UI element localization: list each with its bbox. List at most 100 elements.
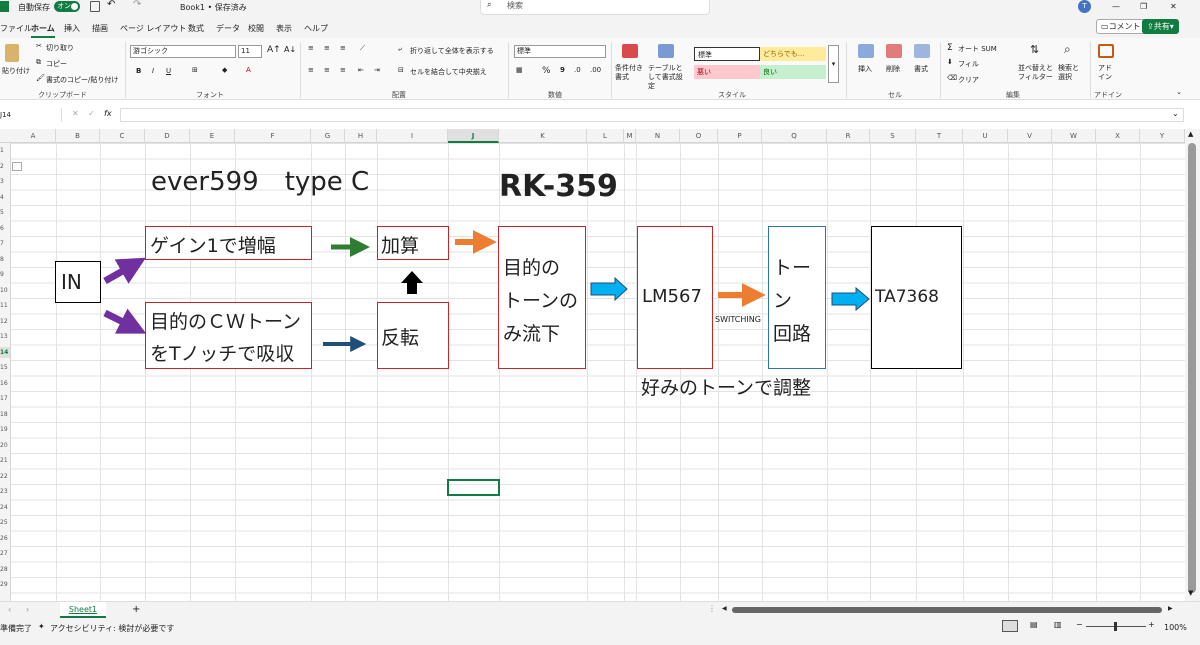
underline-icon[interactable]: U: [166, 67, 171, 75]
merge-center-icon[interactable]: ⊟: [398, 66, 404, 74]
accessibility-status[interactable]: アクセシビリティ: 検討が必要です: [50, 623, 174, 634]
column-header[interactable]: D: [145, 129, 190, 143]
table-format-icon[interactable]: [658, 44, 674, 58]
scroll-up-icon[interactable]: ▲: [1188, 130, 1193, 138]
column-header[interactable]: P: [718, 129, 762, 143]
addins-button[interactable]: アドイン: [1098, 64, 1112, 82]
vertical-scrollbar[interactable]: ▲ ▼: [1185, 129, 1200, 601]
ribbon-collapse-icon[interactable]: ⌄: [1176, 88, 1182, 96]
row-header[interactable]: 10: [0, 285, 10, 296]
row-header[interactable]: 1: [0, 145, 10, 156]
shrink-font-icon[interactable]: A↓: [284, 45, 296, 54]
sort-filter-icon[interactable]: ⇅: [1030, 43, 1039, 56]
name-box[interactable]: J14: [0, 108, 62, 122]
row-header[interactable]: 2: [0, 161, 10, 172]
expand-formula-icon[interactable]: ⌄: [1172, 109, 1179, 118]
format-cells-icon[interactable]: [914, 44, 930, 58]
sort-filter-button[interactable]: 並べ替えとフィルター: [1018, 64, 1056, 82]
style-normal[interactable]: 標準: [694, 47, 760, 61]
wrap-text-icon[interactable]: ⤶: [398, 45, 402, 54]
row-header[interactable]: 5: [0, 207, 10, 218]
row-header[interactable]: 11: [0, 300, 10, 311]
active-cell[interactable]: [447, 479, 500, 496]
insert-cells-button[interactable]: 挿入: [858, 64, 872, 74]
column-header[interactable]: B: [56, 129, 100, 143]
column-header[interactable]: I: [377, 129, 448, 143]
zoom-slider-thumb[interactable]: [1114, 622, 1117, 631]
column-header[interactable]: O: [680, 129, 718, 143]
style-bad[interactable]: 悪い: [694, 65, 760, 79]
column-header[interactable]: G: [311, 129, 345, 143]
enter-icon[interactable]: ✓: [88, 109, 95, 118]
minimize-icon[interactable]: —: [1112, 2, 1120, 11]
row-header[interactable]: 21: [0, 455, 10, 466]
align-middle-icon[interactable]: ≡: [324, 44, 330, 52]
redo-icon[interactable]: ↷: [133, 0, 141, 10]
menu-data[interactable]: データ: [216, 23, 240, 34]
row-header[interactable]: 22: [0, 471, 10, 482]
font-name-select[interactable]: 游ゴシック: [130, 45, 236, 58]
grow-font-icon[interactable]: A↑: [267, 45, 281, 55]
fill-color-icon[interactable]: ◆: [222, 66, 227, 74]
hscroll-right-icon[interactable]: ▶: [1168, 605, 1173, 612]
share-button[interactable]: ⇪共有▾: [1142, 19, 1179, 34]
style-good[interactable]: 良い: [760, 65, 826, 79]
search-box[interactable]: ⌕ 検索: [480, 0, 710, 15]
font-color-icon[interactable]: A: [246, 66, 251, 74]
zoom-level[interactable]: 100%: [1164, 623, 1187, 632]
comment-button[interactable]: ▭コメント: [1096, 19, 1146, 34]
column-header[interactable]: T: [916, 129, 963, 143]
column-header[interactable]: L: [587, 129, 624, 143]
row-header[interactable]: 3: [0, 176, 10, 187]
menu-page-layout[interactable]: ページ レイアウト: [120, 23, 186, 34]
menu-review[interactable]: 校閲: [248, 23, 264, 34]
undo-icon[interactable]: ↶: [107, 0, 115, 10]
column-header[interactable]: V: [1008, 129, 1052, 143]
column-header[interactable]: K: [499, 129, 587, 143]
font-size-select[interactable]: 11: [238, 45, 262, 58]
row-header[interactable]: 27: [0, 548, 10, 559]
row-header[interactable]: 7: [0, 238, 10, 249]
format-painter-button[interactable]: 書式のコピー/貼り付け: [46, 75, 118, 85]
tab-prev-icon[interactable]: ‹: [8, 605, 11, 614]
addins-icon[interactable]: [1098, 44, 1114, 58]
normal-view-icon[interactable]: [1002, 620, 1018, 632]
merge-center-button[interactable]: セルを結合して中央揃え: [410, 67, 487, 77]
document-title[interactable]: Book1 • 保存済み: [180, 2, 247, 13]
align-center-icon[interactable]: ≡: [324, 66, 330, 74]
row-header[interactable]: 25: [0, 517, 10, 528]
row-header[interactable]: 18: [0, 409, 10, 420]
zoom-out-icon[interactable]: −: [1076, 620, 1083, 629]
row-header[interactable]: 8: [0, 254, 10, 265]
scroll-down-icon[interactable]: ▼: [1188, 589, 1193, 597]
increase-decimal-icon[interactable]: .0: [574, 66, 581, 74]
accessibility-icon[interactable]: ✦: [38, 622, 45, 631]
paste-icon[interactable]: [5, 44, 19, 62]
orientation-icon[interactable]: ⟋: [360, 44, 365, 53]
indent-increase-icon[interactable]: ⇥: [374, 66, 380, 74]
copy-icon[interactable]: ⧉: [36, 58, 41, 67]
add-sheet-button[interactable]: +: [132, 604, 140, 615]
style-neutral[interactable]: どちらでも...: [760, 47, 826, 61]
find-icon[interactable]: ⌕: [1064, 42, 1071, 57]
column-header[interactable]: M: [624, 129, 636, 143]
comma-icon[interactable]: 9: [560, 66, 565, 74]
insert-cells-icon[interactable]: [858, 44, 874, 58]
horizontal-scroll-thumb[interactable]: [732, 607, 1162, 613]
row-header[interactable]: 26: [0, 533, 10, 544]
percent-icon[interactable]: %: [542, 66, 551, 76]
row-header[interactable]: 9: [0, 269, 10, 280]
delete-cells-icon[interactable]: [886, 44, 902, 58]
copy-button[interactable]: コピー: [46, 59, 67, 69]
row-header[interactable]: 29: [0, 579, 10, 590]
conditional-format-button[interactable]: 条件付き書式: [615, 64, 643, 82]
page-layout-view-icon[interactable]: ▤: [1030, 620, 1038, 629]
hscroll-left-icon[interactable]: ◀: [722, 605, 727, 612]
column-header[interactable]: H: [345, 129, 377, 143]
fill-icon[interactable]: ⬇: [947, 58, 953, 66]
cut-icon[interactable]: ✂: [36, 42, 42, 50]
column-header[interactable]: A: [11, 129, 56, 143]
close-icon[interactable]: ✕: [1170, 2, 1177, 11]
cut-button[interactable]: 切り取り: [46, 43, 74, 53]
conditional-format-icon[interactable]: [622, 44, 638, 58]
